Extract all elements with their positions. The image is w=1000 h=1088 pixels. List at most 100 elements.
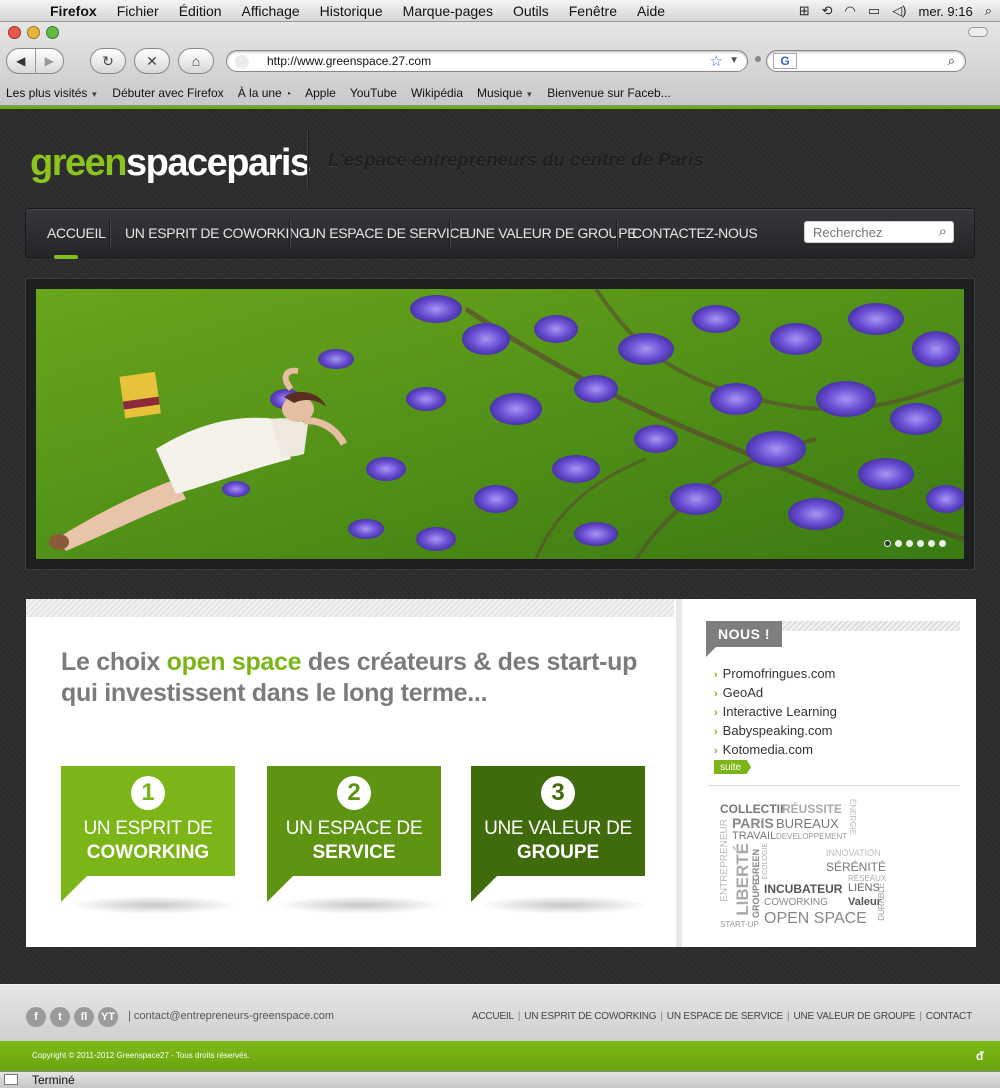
- nav-item-valeur-groupe[interactable]: UNE VALEUR DE GROUPE: [466, 225, 637, 241]
- feature-card-coworking[interactable]: 1 UN ESPRIT DE COWORKING: [61, 766, 239, 914]
- bookmark-youtube[interactable]: YouTube: [350, 86, 397, 100]
- footer-link-service[interactable]: UN ESPACE DE SERVICE: [667, 1011, 783, 1022]
- cloud-word: COWORKING: [764, 897, 828, 908]
- minimize-window-icon[interactable]: [27, 26, 40, 39]
- web-page: greenspaceparis L'espace entrepreneurs d…: [0, 106, 1000, 1071]
- designer-logo-icon[interactable]: ᵭ: [976, 1049, 990, 1063]
- partner-list: › Promofringues.com › GeoAd › Interactive L…: [714, 665, 837, 760]
- facebook-icon[interactable]: f: [26, 1007, 46, 1027]
- slider-dot[interactable]: [917, 540, 924, 547]
- cloud-word: OPEN SPACE: [764, 910, 867, 927]
- footer-link-groupe[interactable]: UNE VALEUR DE GROUPE: [793, 1011, 915, 1022]
- chevron-right-icon: ›: [714, 745, 718, 757]
- footer-link-accueil[interactable]: ACCUEIL: [472, 1011, 514, 1022]
- suite-button[interactable]: suite: [714, 760, 752, 774]
- back-arrow-icon[interactable]: ◀: [7, 49, 35, 73]
- footer-link-contact[interactable]: CONTACT: [926, 1011, 972, 1022]
- site-logo[interactable]: greenspaceparis: [30, 142, 311, 185]
- browser-toolbar: ◀ ▶ ↻ ✕ ⌂ http://www.greenspace.27.com ☆…: [0, 22, 1000, 106]
- copyright-bar: Copyright © 2011-2012 Greenspace27 - Tou…: [0, 1041, 1000, 1071]
- bookmark-debuter-firefox[interactable]: Débuter avec Firefox: [112, 86, 223, 100]
- menu-marque-pages[interactable]: Marque-pages: [403, 3, 493, 19]
- menu-aide[interactable]: Aide: [637, 3, 665, 19]
- cloud-word: PARIS: [732, 815, 774, 831]
- menu-fichier[interactable]: Fichier: [117, 3, 159, 19]
- reload-icon: ↻: [102, 52, 114, 69]
- search-icon[interactable]: ⌕: [948, 53, 955, 69]
- bookmark-facebook[interactable]: Bienvenue sur Faceb...: [547, 86, 670, 100]
- zoom-window-icon[interactable]: [46, 26, 59, 39]
- bookmark-star-icon[interactable]: ☆: [710, 52, 723, 70]
- home-icon: ⌂: [191, 53, 201, 69]
- window-controls: [8, 26, 59, 39]
- site-identity-icon[interactable]: [235, 55, 249, 69]
- menu-affichage[interactable]: Affichage: [242, 3, 300, 19]
- cloud-word: ECOLOGIE: [762, 843, 769, 880]
- bookmarks-bar: Les plus visités ▼ Débuter avec Firefox À…: [0, 82, 1000, 104]
- site-search-input[interactable]: [813, 222, 931, 242]
- card-line2: COWORKING: [86, 842, 210, 863]
- search-engine-icon[interactable]: G: [773, 53, 797, 69]
- flickr-icon[interactable]: fl: [74, 1007, 94, 1027]
- nav-item-contactez-nous[interactable]: CONTACTEZ-NOUS: [632, 225, 758, 241]
- logo-divider: [307, 130, 308, 188]
- search-icon[interactable]: ⌕: [939, 223, 947, 240]
- forward-arrow-icon[interactable]: ▶: [34, 49, 64, 73]
- menu-fenetre[interactable]: Fenêtre: [569, 3, 617, 19]
- nav-item-esprit-coworking[interactable]: UN ESPRIT DE COWORKING: [125, 225, 310, 241]
- slider-dot[interactable]: [895, 540, 902, 547]
- home-button[interactable]: ⌂: [178, 48, 214, 74]
- footer-link-separator: |: [660, 1011, 663, 1022]
- menu-edition[interactable]: Édition: [179, 3, 222, 19]
- volume-icon[interactable]: ◁): [892, 3, 906, 19]
- partner-link[interactable]: › Interactive Learning: [714, 703, 837, 722]
- bookmark-les-plus-visites[interactable]: Les plus visités ▼: [6, 86, 98, 100]
- url-text[interactable]: http://www.greenspace.27.com: [267, 54, 431, 68]
- url-dropdown-icon[interactable]: ▼: [729, 55, 739, 66]
- slider-pagination: [884, 540, 946, 547]
- hero-image[interactable]: [36, 289, 964, 559]
- battery-icon[interactable]: ▭: [868, 3, 880, 19]
- feature-card-service[interactable]: 2 UN ESPACE DE SERVICE: [267, 766, 445, 914]
- feature-card-groupe[interactable]: 3 UNE VALEUR DE GROUPE: [471, 766, 649, 914]
- menu-historique[interactable]: Historique: [320, 3, 383, 19]
- menu-outils[interactable]: Outils: [513, 3, 549, 19]
- cloud-word: INCUBATEUR: [764, 882, 843, 896]
- bookmark-musique[interactable]: Musique ▼: [477, 86, 533, 100]
- slider-dot[interactable]: [884, 540, 891, 547]
- nav-divider: [109, 219, 110, 247]
- partner-link[interactable]: › Promofringues.com: [714, 665, 837, 684]
- close-window-icon[interactable]: [8, 26, 21, 39]
- partner-link[interactable]: › GeoAd: [714, 684, 837, 703]
- footer-link-coworking[interactable]: UN ESPRIT DE COWORKING: [524, 1011, 656, 1022]
- browser-search-box[interactable]: G ⌕: [766, 50, 966, 72]
- time-machine-icon[interactable]: ⟲: [822, 3, 833, 19]
- bookmark-a-la-une[interactable]: À la une ◔: [238, 86, 291, 100]
- main-headline: Le choix open space des créateurs & des …: [61, 648, 638, 707]
- stop-button[interactable]: ✕: [134, 48, 170, 74]
- slider-dot[interactable]: [939, 540, 946, 547]
- bookmark-apple[interactable]: Apple: [305, 86, 336, 100]
- menu-app-name[interactable]: Firefox: [50, 3, 97, 19]
- cloud-word: TRAVAIL: [732, 830, 777, 842]
- slider-dot[interactable]: [906, 540, 913, 547]
- youtube-icon[interactable]: YT: [98, 1007, 118, 1027]
- toolbar-toggle[interactable]: [968, 27, 988, 37]
- reload-button[interactable]: ↻: [90, 48, 126, 74]
- wifi-icon[interactable]: ◠: [845, 3, 856, 19]
- twitter-icon[interactable]: t: [50, 1007, 70, 1027]
- address-bar[interactable]: http://www.greenspace.27.com ☆ ▼: [226, 50, 748, 72]
- back-forward-group: ◀ ▶: [6, 48, 64, 74]
- partner-link[interactable]: › Babyspeaking.com: [714, 722, 837, 741]
- contact-email-link[interactable]: | contact@entrepreneurs-greenspace.com: [128, 1010, 334, 1022]
- nav-item-accueil[interactable]: ACCUEIL: [47, 225, 106, 241]
- nav-item-espace-service[interactable]: UN ESPACE DE SERVICE: [306, 225, 469, 241]
- bookmark-wikipedia[interactable]: Wikipédia: [411, 86, 463, 100]
- clock[interactable]: mer. 9:16: [919, 4, 973, 19]
- chevron-down-icon: ▼: [90, 90, 99, 99]
- spaces-icon[interactable]: ⊞: [799, 3, 810, 19]
- spotlight-icon[interactable]: ⌕: [985, 3, 992, 19]
- slider-dot[interactable]: [928, 540, 935, 547]
- partner-link[interactable]: › Kotomedia.com: [714, 741, 837, 760]
- top-accent-line: [0, 106, 1000, 109]
